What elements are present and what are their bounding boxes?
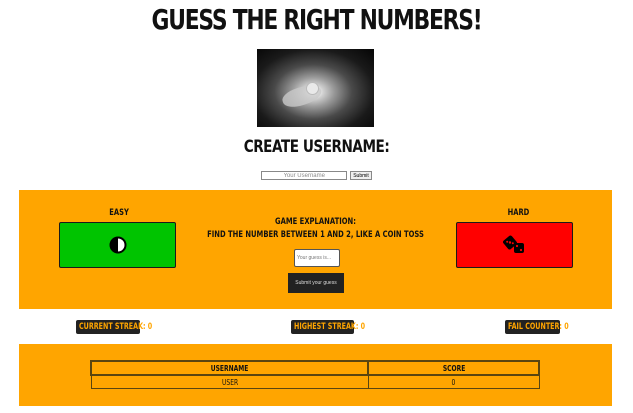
hard-label: Hard [507, 208, 530, 218]
hero-image [257, 49, 374, 127]
cell-username-text: User [221, 377, 238, 387]
game-explanation: Game Explanation: Find the number betwee… [198, 216, 432, 242]
cell-score: 0 [367, 374, 540, 389]
explanation-title: Game Explanation: [275, 217, 356, 227]
scoreboard-header-row: Username Score [89, 360, 540, 376]
fail-counter-badge: Fail counter: 0 [505, 320, 569, 334]
header-username-text: Username [210, 363, 249, 373]
submit-guess-button[interactable]: Submit your guess [288, 273, 344, 293]
header-username: Username [89, 360, 370, 376]
current-streak-badge: Current streak: 0 [76, 320, 152, 334]
coin-shape [306, 82, 319, 95]
header-score-text: Score [442, 363, 465, 373]
guess-input[interactable] [294, 249, 340, 267]
create-username-heading: Create Username: [243, 137, 390, 157]
cell-username: User [90, 374, 369, 389]
easy-label: Easy [109, 208, 129, 218]
highest-streak-badge: Highest streak: 0 [291, 320, 365, 334]
cell-score-text: 0 [451, 377, 456, 387]
half-circle-icon [109, 236, 126, 254]
scoreboard-table: Username Score User 0 [89, 360, 540, 389]
explanation-text: Find the number between 1 and 2, like a … [207, 230, 424, 240]
game-panel: Easy Hard Game Explanation: Find the num… [19, 190, 612, 309]
highest-streak-text: Highest streak: 0 [294, 322, 366, 332]
current-streak-text: Current streak: 0 [79, 322, 153, 332]
easy-mode-button[interactable] [59, 222, 176, 268]
dice-icon [502, 235, 524, 253]
scoreboard-panel: Username Score User 0 [19, 344, 612, 406]
username-submit-button[interactable]: Submit [350, 171, 372, 180]
username-form: Submit [0, 171, 633, 180]
fail-counter-text: Fail counter: 0 [508, 322, 569, 332]
header-score: Score [367, 360, 540, 376]
hard-mode-button[interactable] [456, 222, 573, 268]
page-title: Guess the Right Numbers! [151, 3, 483, 36]
username-input[interactable] [261, 171, 348, 180]
table-row: User 0 [90, 374, 540, 389]
